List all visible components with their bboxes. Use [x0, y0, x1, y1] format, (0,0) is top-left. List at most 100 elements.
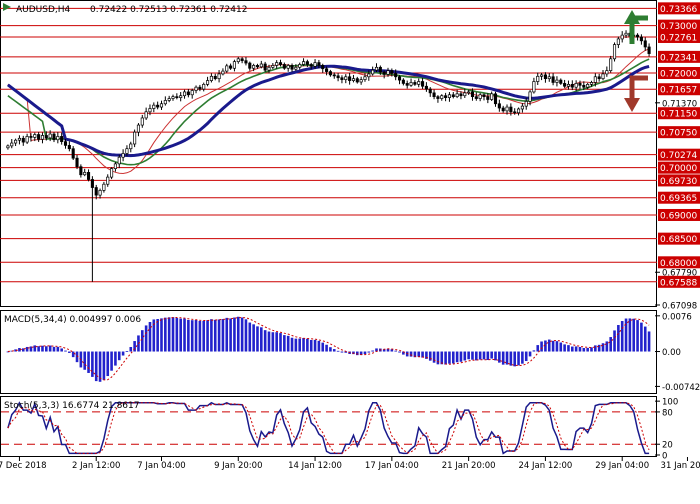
macd-tick-label: 0.00: [662, 348, 681, 358]
macd-bar: [329, 347, 332, 352]
macd-bar: [240, 317, 244, 352]
candle-body: [255, 65, 260, 68]
level-label: 0.71150: [660, 110, 697, 120]
candle-body: [159, 103, 164, 108]
candle-body: [447, 94, 451, 98]
macd-bar: [417, 351, 421, 357]
macd-bar: [467, 351, 470, 360]
forex-chart: 0.73366 0.730000.72761 0.72341 0.72000 0.716…: [0, 0, 700, 471]
macd-bar: [567, 345, 570, 352]
macd-bar: [463, 351, 467, 361]
macd-bar: [486, 351, 490, 360]
candle-body: [129, 143, 133, 150]
macd-bar: [302, 338, 305, 352]
macd-bar: [48, 345, 52, 352]
candle-body: [528, 91, 532, 102]
candle-body: [566, 84, 571, 87]
candle-body: [156, 104, 160, 108]
macd-bar: [171, 317, 175, 352]
candle-body: [605, 70, 609, 75]
macd-bar: [451, 351, 455, 364]
macd-tick-label: -0.00742: [662, 383, 700, 393]
macd-bar: [263, 330, 267, 352]
macd-bar: [440, 351, 444, 365]
candle-body: [190, 90, 194, 96]
candle-body: [413, 82, 417, 85]
candle-body: [133, 131, 137, 145]
macd-bar: [294, 338, 298, 352]
candle-body: [163, 100, 167, 105]
macd-bar: [620, 321, 624, 352]
candle-body: [428, 88, 432, 94]
candle-body: [244, 60, 248, 64]
candle-body: [578, 83, 582, 86]
macd-bar: [613, 330, 616, 352]
macd-bar: [298, 338, 302, 352]
chart-stage: 0.73366 0.73000 0.72761 0.72341 0.72000 0.716…: [0, 0, 700, 500]
macd-bar: [517, 351, 520, 366]
chart-header-symbol: AUDUSD,H4: [16, 5, 71, 15]
candle-body: [636, 34, 640, 38]
macd-bar: [336, 350, 340, 352]
candle-body: [63, 141, 68, 146]
candle-body: [29, 136, 33, 138]
candle-body: [371, 69, 375, 75]
candle-body: [328, 71, 332, 76]
macd-bar: [578, 347, 582, 352]
macd-bar: [586, 347, 589, 352]
macd-bar: [371, 350, 374, 352]
stoch-tick-label: 0: [662, 452, 667, 462]
macd-bar: [574, 346, 578, 352]
candle-body: [148, 108, 152, 113]
time-label: 14 Jan 12:00: [288, 461, 342, 471]
macd-bar: [306, 338, 309, 352]
candle-body: [10, 142, 14, 147]
candle-body: [325, 68, 329, 72]
macd-bar: [459, 351, 463, 362]
time-label: 29 Jan 04:00: [595, 461, 649, 471]
macd-bar: [643, 326, 647, 352]
chart-header-ohlc: 0.72422 0.72513 0.72361 0.72412: [90, 5, 247, 15]
macd-bar: [114, 351, 117, 366]
candle-body: [275, 62, 279, 66]
macd-bar: [71, 351, 75, 358]
candle-body: [236, 58, 240, 62]
candle-body: [313, 62, 317, 67]
level-label: 0.67588: [660, 278, 697, 288]
macd-bar: [317, 340, 321, 352]
candle-body: [14, 139, 18, 144]
macd-bar: [513, 351, 517, 367]
candle-body: [86, 172, 91, 180]
stoch-tick-label: 100: [662, 398, 678, 408]
candle-body: [405, 83, 409, 86]
candle-body: [209, 75, 213, 81]
candle-body: [44, 135, 48, 139]
macd-bar: [617, 325, 620, 352]
level-label: 0.70000: [660, 164, 697, 174]
candle-body: [524, 101, 528, 107]
time-label: 17 Jan 04:00: [365, 461, 419, 471]
macd-bar: [559, 342, 563, 352]
candle-body: [206, 80, 210, 85]
candle-body: [340, 77, 344, 80]
candle-body: [225, 65, 229, 72]
macd-bar: [636, 320, 639, 352]
candle-body: [79, 166, 83, 176]
macd-bar: [60, 348, 63, 352]
stoch-tick-label: 80: [662, 408, 673, 418]
macd-bar: [164, 317, 167, 352]
macd-bar: [221, 319, 225, 352]
stoch-label: Stoch(5,3,3) 16.6774 21.8617: [4, 401, 139, 411]
candle-body: [182, 91, 187, 97]
candle-body: [555, 79, 559, 83]
macd-bar: [244, 319, 248, 352]
macd-bar: [505, 351, 509, 365]
macd-bar: [94, 351, 98, 382]
macd-bar: [509, 351, 513, 366]
macd-bar: [37, 346, 40, 352]
macd-bar: [156, 319, 159, 352]
candle-body: [298, 64, 302, 68]
macd-bar: [225, 317, 229, 352]
macd-label: MACD(5,34,4) 0.004997 0.006: [4, 315, 141, 325]
macd-bar: [475, 351, 478, 361]
